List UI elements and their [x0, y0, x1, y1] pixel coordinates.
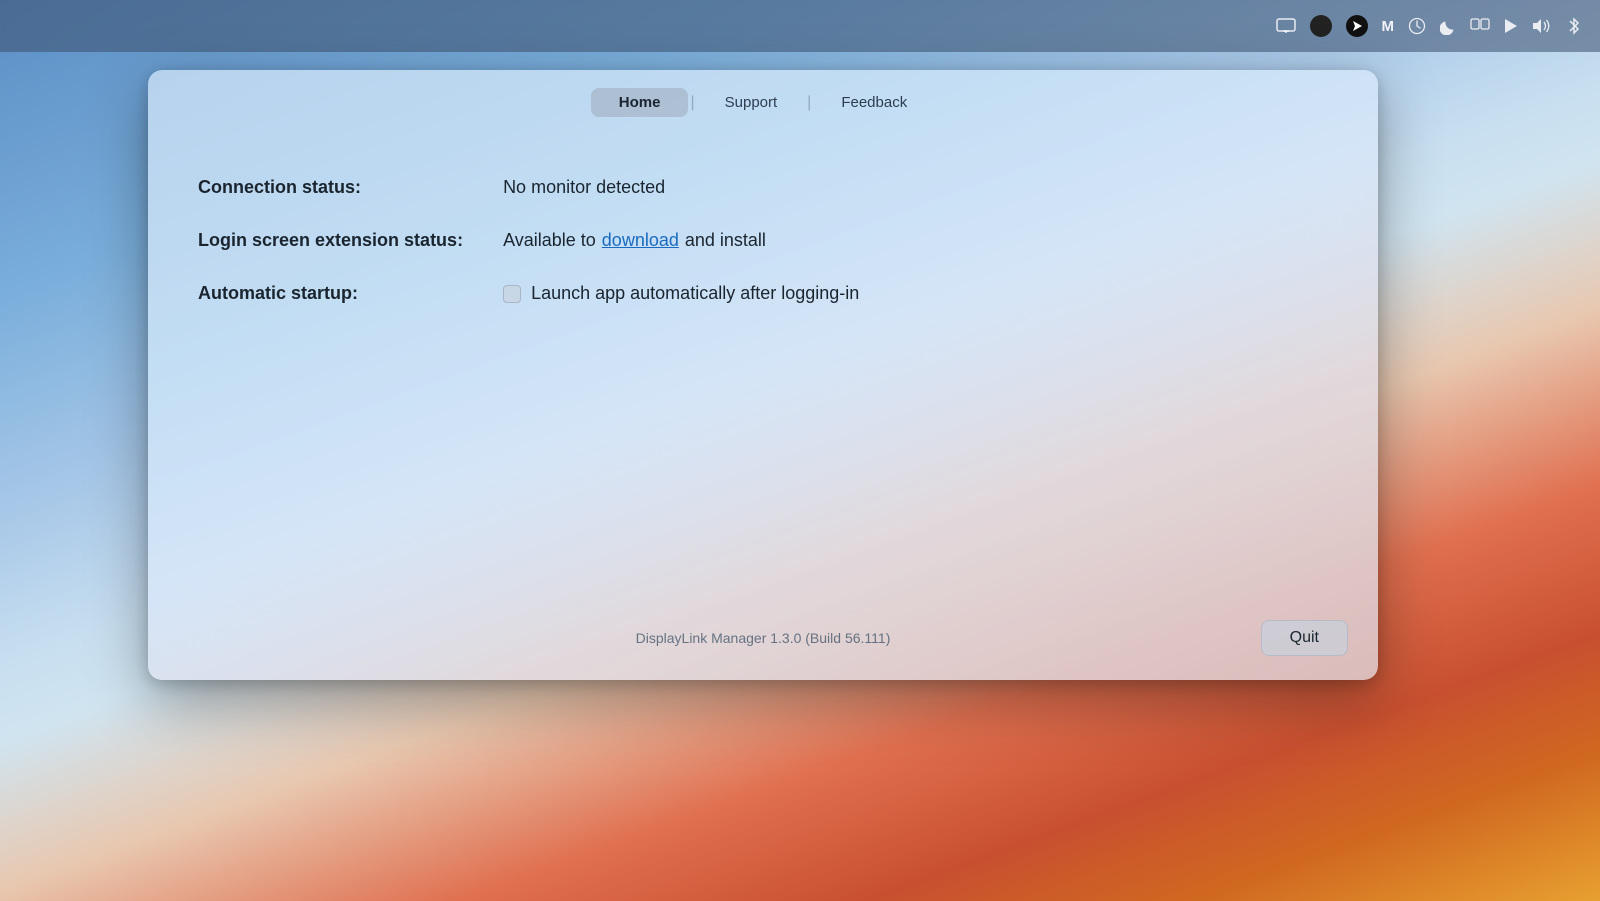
login-extension-label: Login screen extension status:: [198, 214, 503, 267]
bluetooth-icon[interactable]: [1568, 17, 1580, 35]
cursor-icon[interactable]: [1346, 15, 1368, 37]
tab-sep-1: |: [690, 94, 694, 112]
login-extension-prefix: Available to: [503, 230, 596, 251]
tab-home[interactable]: Home: [591, 88, 689, 117]
connection-status-value: No monitor detected: [503, 161, 1328, 214]
tab-bar: Home | Support | Feedback: [148, 70, 1378, 131]
auto-startup-checkbox[interactable]: [503, 285, 521, 303]
tab-support[interactable]: Support: [697, 88, 806, 117]
menubar: M: [0, 0, 1600, 52]
connection-status-text: No monitor detected: [503, 177, 665, 198]
volume-icon[interactable]: [1532, 18, 1554, 34]
display-menu-icon[interactable]: [1276, 18, 1296, 34]
footer: DisplayLink Manager 1.3.0 (Build 56.111)…: [148, 604, 1378, 680]
malwarebytes-icon[interactable]: M: [1382, 18, 1395, 35]
tab-feedback[interactable]: Feedback: [813, 88, 935, 117]
version-text: DisplayLink Manager 1.3.0 (Build 56.111): [568, 630, 958, 646]
popup-window: Home | Support | Feedback Connection sta…: [148, 70, 1378, 680]
user-icon[interactable]: [1310, 15, 1332, 37]
auto-startup-checkbox-label: Launch app automatically after logging-i…: [531, 283, 859, 304]
popup-content: Home | Support | Feedback Connection sta…: [148, 70, 1378, 680]
play-icon[interactable]: [1504, 18, 1518, 34]
login-extension-value: Available to download and install: [503, 214, 1328, 267]
moon-icon[interactable]: [1440, 18, 1456, 35]
login-extension-suffix: and install: [685, 230, 766, 251]
mirror-display-icon[interactable]: [1470, 18, 1490, 34]
info-grid: Connection status: No monitor detected L…: [198, 161, 1328, 320]
auto-startup-label: Automatic startup:: [198, 267, 503, 320]
download-link[interactable]: download: [602, 230, 679, 251]
quit-button[interactable]: Quit: [1261, 620, 1348, 656]
connection-status-label: Connection status:: [198, 161, 503, 214]
tab-sep-2: |: [807, 94, 811, 112]
auto-startup-checkbox-wrapper: Launch app automatically after logging-i…: [503, 283, 859, 304]
timemachine-icon[interactable]: [1408, 17, 1426, 35]
auto-startup-value: Launch app automatically after logging-i…: [503, 267, 1328, 320]
content-area: Connection status: No monitor detected L…: [148, 131, 1378, 604]
